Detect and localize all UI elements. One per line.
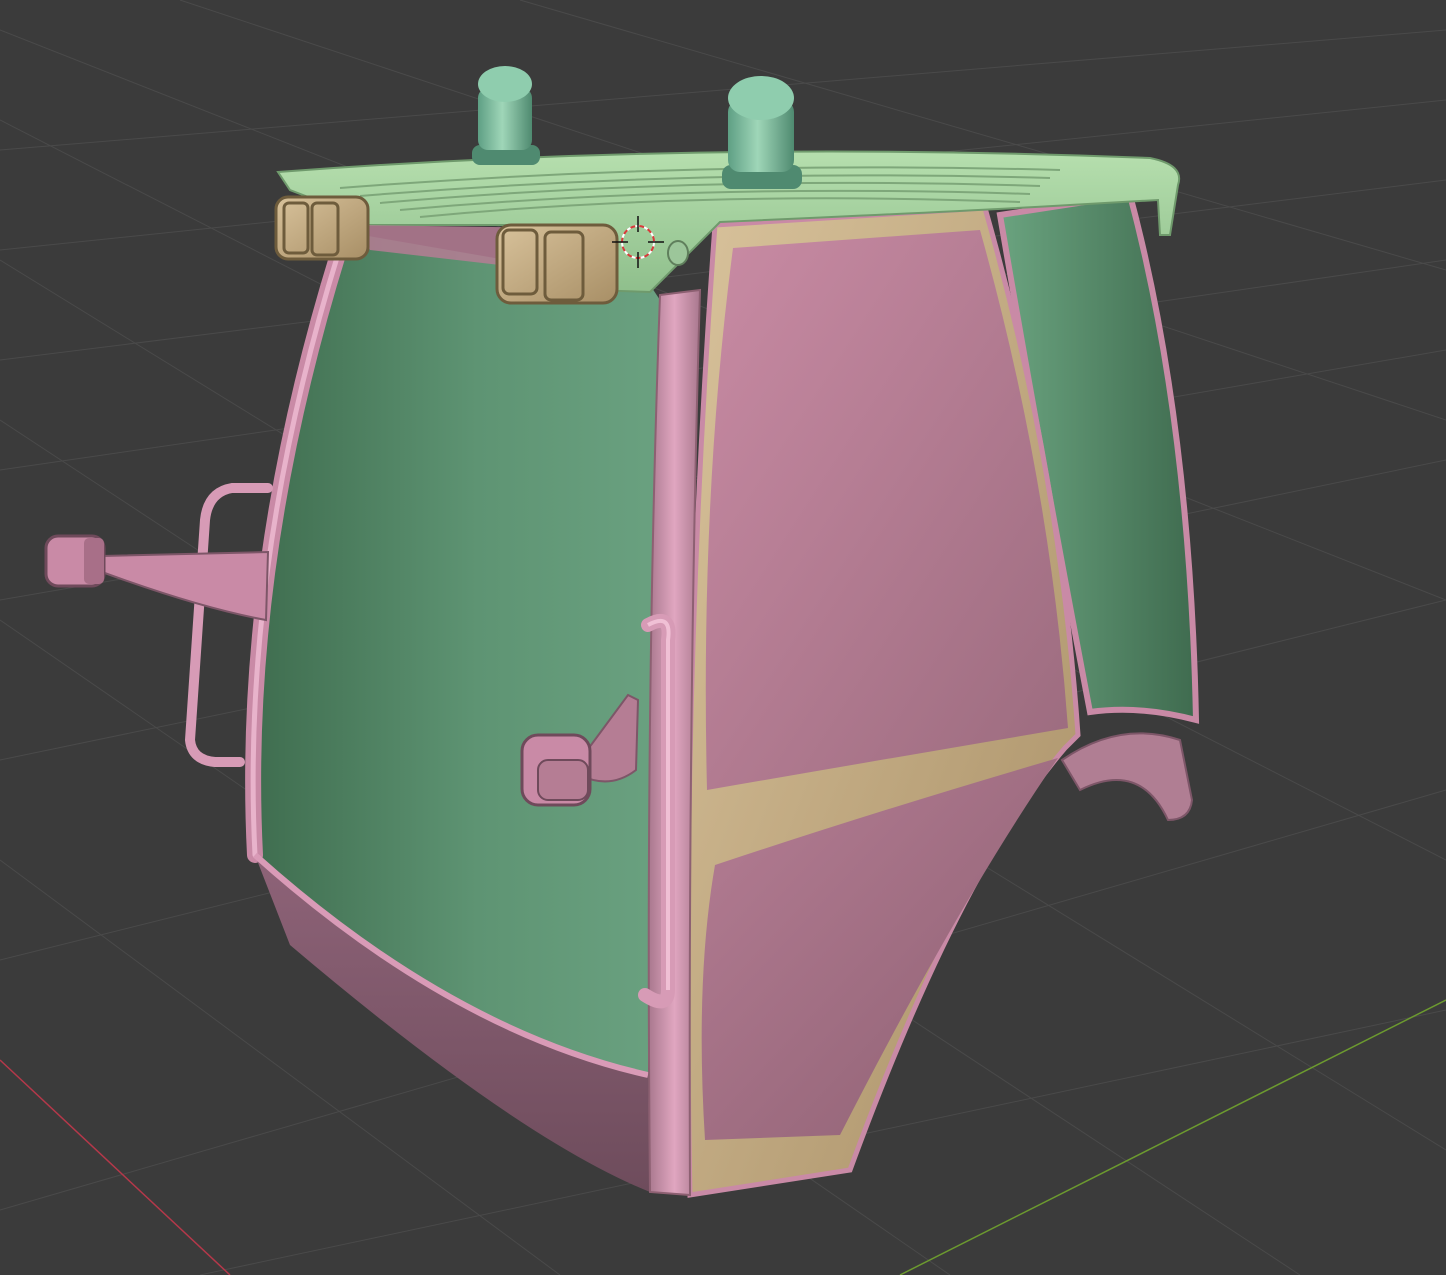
beacon-right[interactable]: [722, 76, 802, 189]
beacon-left[interactable]: [472, 66, 540, 165]
viewport-canvas[interactable]: [0, 0, 1446, 1275]
cab-model[interactable]: [44, 66, 1200, 1198]
work-light-right[interactable]: [495, 223, 619, 305]
wheel-arch[interactable]: [1060, 732, 1194, 822]
axis-x-line: [0, 1059, 231, 1275]
axis-y-line: [899, 999, 1446, 1275]
3d-viewport[interactable]: [0, 0, 1446, 1275]
roof-bolt: [667, 240, 689, 266]
left-mirror-arm[interactable]: [101, 550, 270, 622]
work-light-left[interactable]: [274, 195, 370, 261]
